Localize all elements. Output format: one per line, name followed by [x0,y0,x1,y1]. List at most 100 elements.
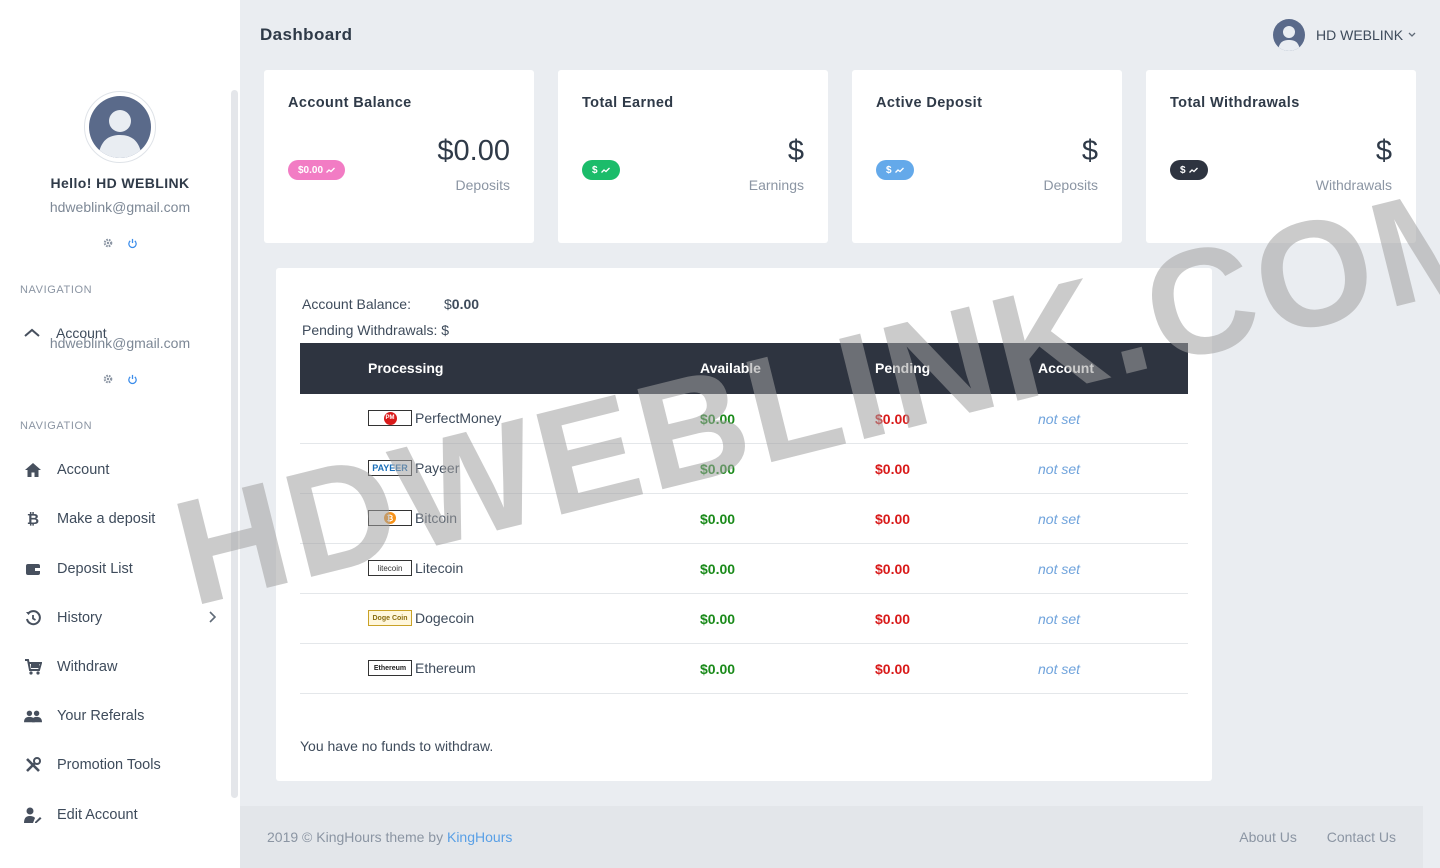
logo-text: PM [383,411,397,425]
card-subtitle: Deposits [455,177,510,193]
profile-actions-duplicate [0,373,240,388]
available-amount: $0.00 [700,611,736,627]
table-row: PM PerfectMoney $0.00 $0.00 not set [300,394,1188,444]
account-status[interactable]: not set [1038,661,1080,677]
card-title: Total Earned [582,95,674,111]
history-icon [24,610,42,626]
about-us-link[interactable]: About Us [1239,829,1297,845]
sidebar-item-edit-account[interactable]: Edit Account [0,795,230,835]
chevron-right-icon [208,610,217,626]
card-title: Account Balance [288,95,412,111]
card-subtitle: Earnings [748,177,804,193]
chevron-down-icon [1408,30,1416,41]
pending-amount: $0.00 [875,661,911,677]
ethereum-logo-icon: Ethereum [368,660,412,676]
account-status[interactable]: not set [1038,511,1080,527]
power-icon[interactable] [127,238,138,252]
cart-icon [24,659,42,675]
table-row: PAYEER Payeer $0.00 $0.00 not set [300,444,1188,494]
sidebar-item-label: Withdraw [57,659,118,675]
processor-name: Litecoin [415,560,464,576]
card-account-balance: Account Balance $0.00 $0.00 Deposits [264,70,534,243]
processor-cell: PAYEER Payeer [368,460,459,476]
sidebar-item-label: Make a deposit [57,511,156,527]
table-row: litecoin Litecoin $0.00 $0.00 not set [300,544,1188,594]
sidebar-item-label: Edit Account [57,807,138,823]
contact-us-link[interactable]: Contact Us [1327,829,1396,845]
card-badge: $ [582,160,620,180]
user-edit-icon [24,807,42,823]
navigation-heading: NAVIGATION [20,284,93,296]
available-amount: $0.00 [700,561,736,577]
greeting-text: Hello! HD WEBLINK [50,175,190,191]
column-header: Processing [368,360,444,376]
available-amount: $0.00 [700,411,736,427]
badge-value: $0.00 [298,164,324,176]
account-status[interactable]: not set [1038,411,1080,427]
sidebar-item-make-deposit[interactable]: ₿ Make a deposit [0,499,230,539]
trend-up-icon [326,167,335,173]
sidebar-item-history[interactable]: History [0,598,230,638]
gear-icon[interactable] [102,373,114,388]
pending-withdrawals-line: Pending Withdrawals: $ [302,322,450,338]
card-subtitle: Deposits [1043,177,1098,193]
card-total-withdrawals: Total Withdrawals $ $ Withdrawals [1146,70,1416,243]
sidebar-item-deposit-list[interactable]: Deposit List [0,549,230,589]
user-email-duplicate: hdweblink@gmail.com [49,335,191,351]
available-amount: $0.00 [700,461,736,477]
available-amount: $0.00 [700,511,736,527]
sidebar: Hello! HD WEBLINK hdweblink@gmail.com NA… [0,0,240,868]
sidebar-item-label: Deposit List [57,561,133,577]
card-value: $ [1081,135,1098,167]
home-icon [24,462,42,478]
user-menu[interactable]: HD WEBLINK [1273,19,1416,51]
card-value: $ [787,135,804,167]
sidebar-scrollbar[interactable] [231,90,238,798]
logo-text: ₿ [384,512,396,524]
user-email: hdweblink@gmail.com [49,199,191,215]
card-badge: $ [1170,160,1208,180]
table-row: Ethereum Ethereum $0.00 $0.00 not set [300,644,1188,694]
processor-cell: litecoin Litecoin [368,560,463,576]
column-header: Account [1038,360,1094,376]
account-status[interactable]: not set [1038,461,1080,477]
processor-cell: Doge Coin Dogecoin [368,610,474,626]
wallet-icon [24,562,42,576]
pending-amount: $0.00 [875,611,911,627]
card-value: $0.00 [437,135,510,167]
copyright-text: 2019 © KingHours theme by [267,829,447,845]
dogecoin-logo-icon: Doge Coin [368,610,412,626]
account-balance-value: 0.00 [451,296,480,312]
trend-up-icon [600,167,610,173]
profile-avatar[interactable] [84,91,156,163]
navigation-heading: NAVIGATION [20,420,93,432]
card-total-earned: Total Earned $ $ Earnings [558,70,828,243]
logo-text: PAYEER [372,463,408,473]
sidebar-item-referals[interactable]: Your Referals [0,696,230,736]
user-name: HD WEBLINK [1316,27,1404,43]
copyright: 2019 © KingHours theme by KingHours [267,829,512,845]
users-icon [24,709,42,723]
account-status[interactable]: not set [1038,561,1080,577]
payeer-logo-icon: PAYEER [368,460,412,476]
pending-amount: $0.00 [875,411,911,427]
card-subtitle: Withdrawals [1315,177,1392,193]
sidebar-item-promotion-tools[interactable]: Promotion Tools [0,745,230,785]
page-title: Dashboard [260,25,353,44]
sidebar-item-account[interactable]: Account [0,450,230,490]
power-icon[interactable] [127,374,138,388]
sidebar-item-withdraw[interactable]: Withdraw [0,647,230,687]
sidebar-item-label: History [57,610,103,626]
card-title: Total Withdrawals [1170,95,1300,111]
tools-icon [24,757,42,773]
user-silhouette-icon [98,110,142,158]
gear-icon[interactable] [102,237,114,252]
logo-text: Ethereum [373,664,407,672]
processor-cell: PM PerfectMoney [368,410,501,426]
kinghours-link[interactable]: KingHours [447,829,512,845]
footer: 2019 © KingHours theme by KingHours Abou… [240,806,1423,868]
withdraw-panel: Account Balance: $0.00 Pending Withdrawal… [276,268,1212,781]
footer-links: About Us Contact Us [1213,829,1396,845]
account-status[interactable]: not set [1038,611,1080,627]
perfectmoney-logo-icon: PM [368,410,412,426]
